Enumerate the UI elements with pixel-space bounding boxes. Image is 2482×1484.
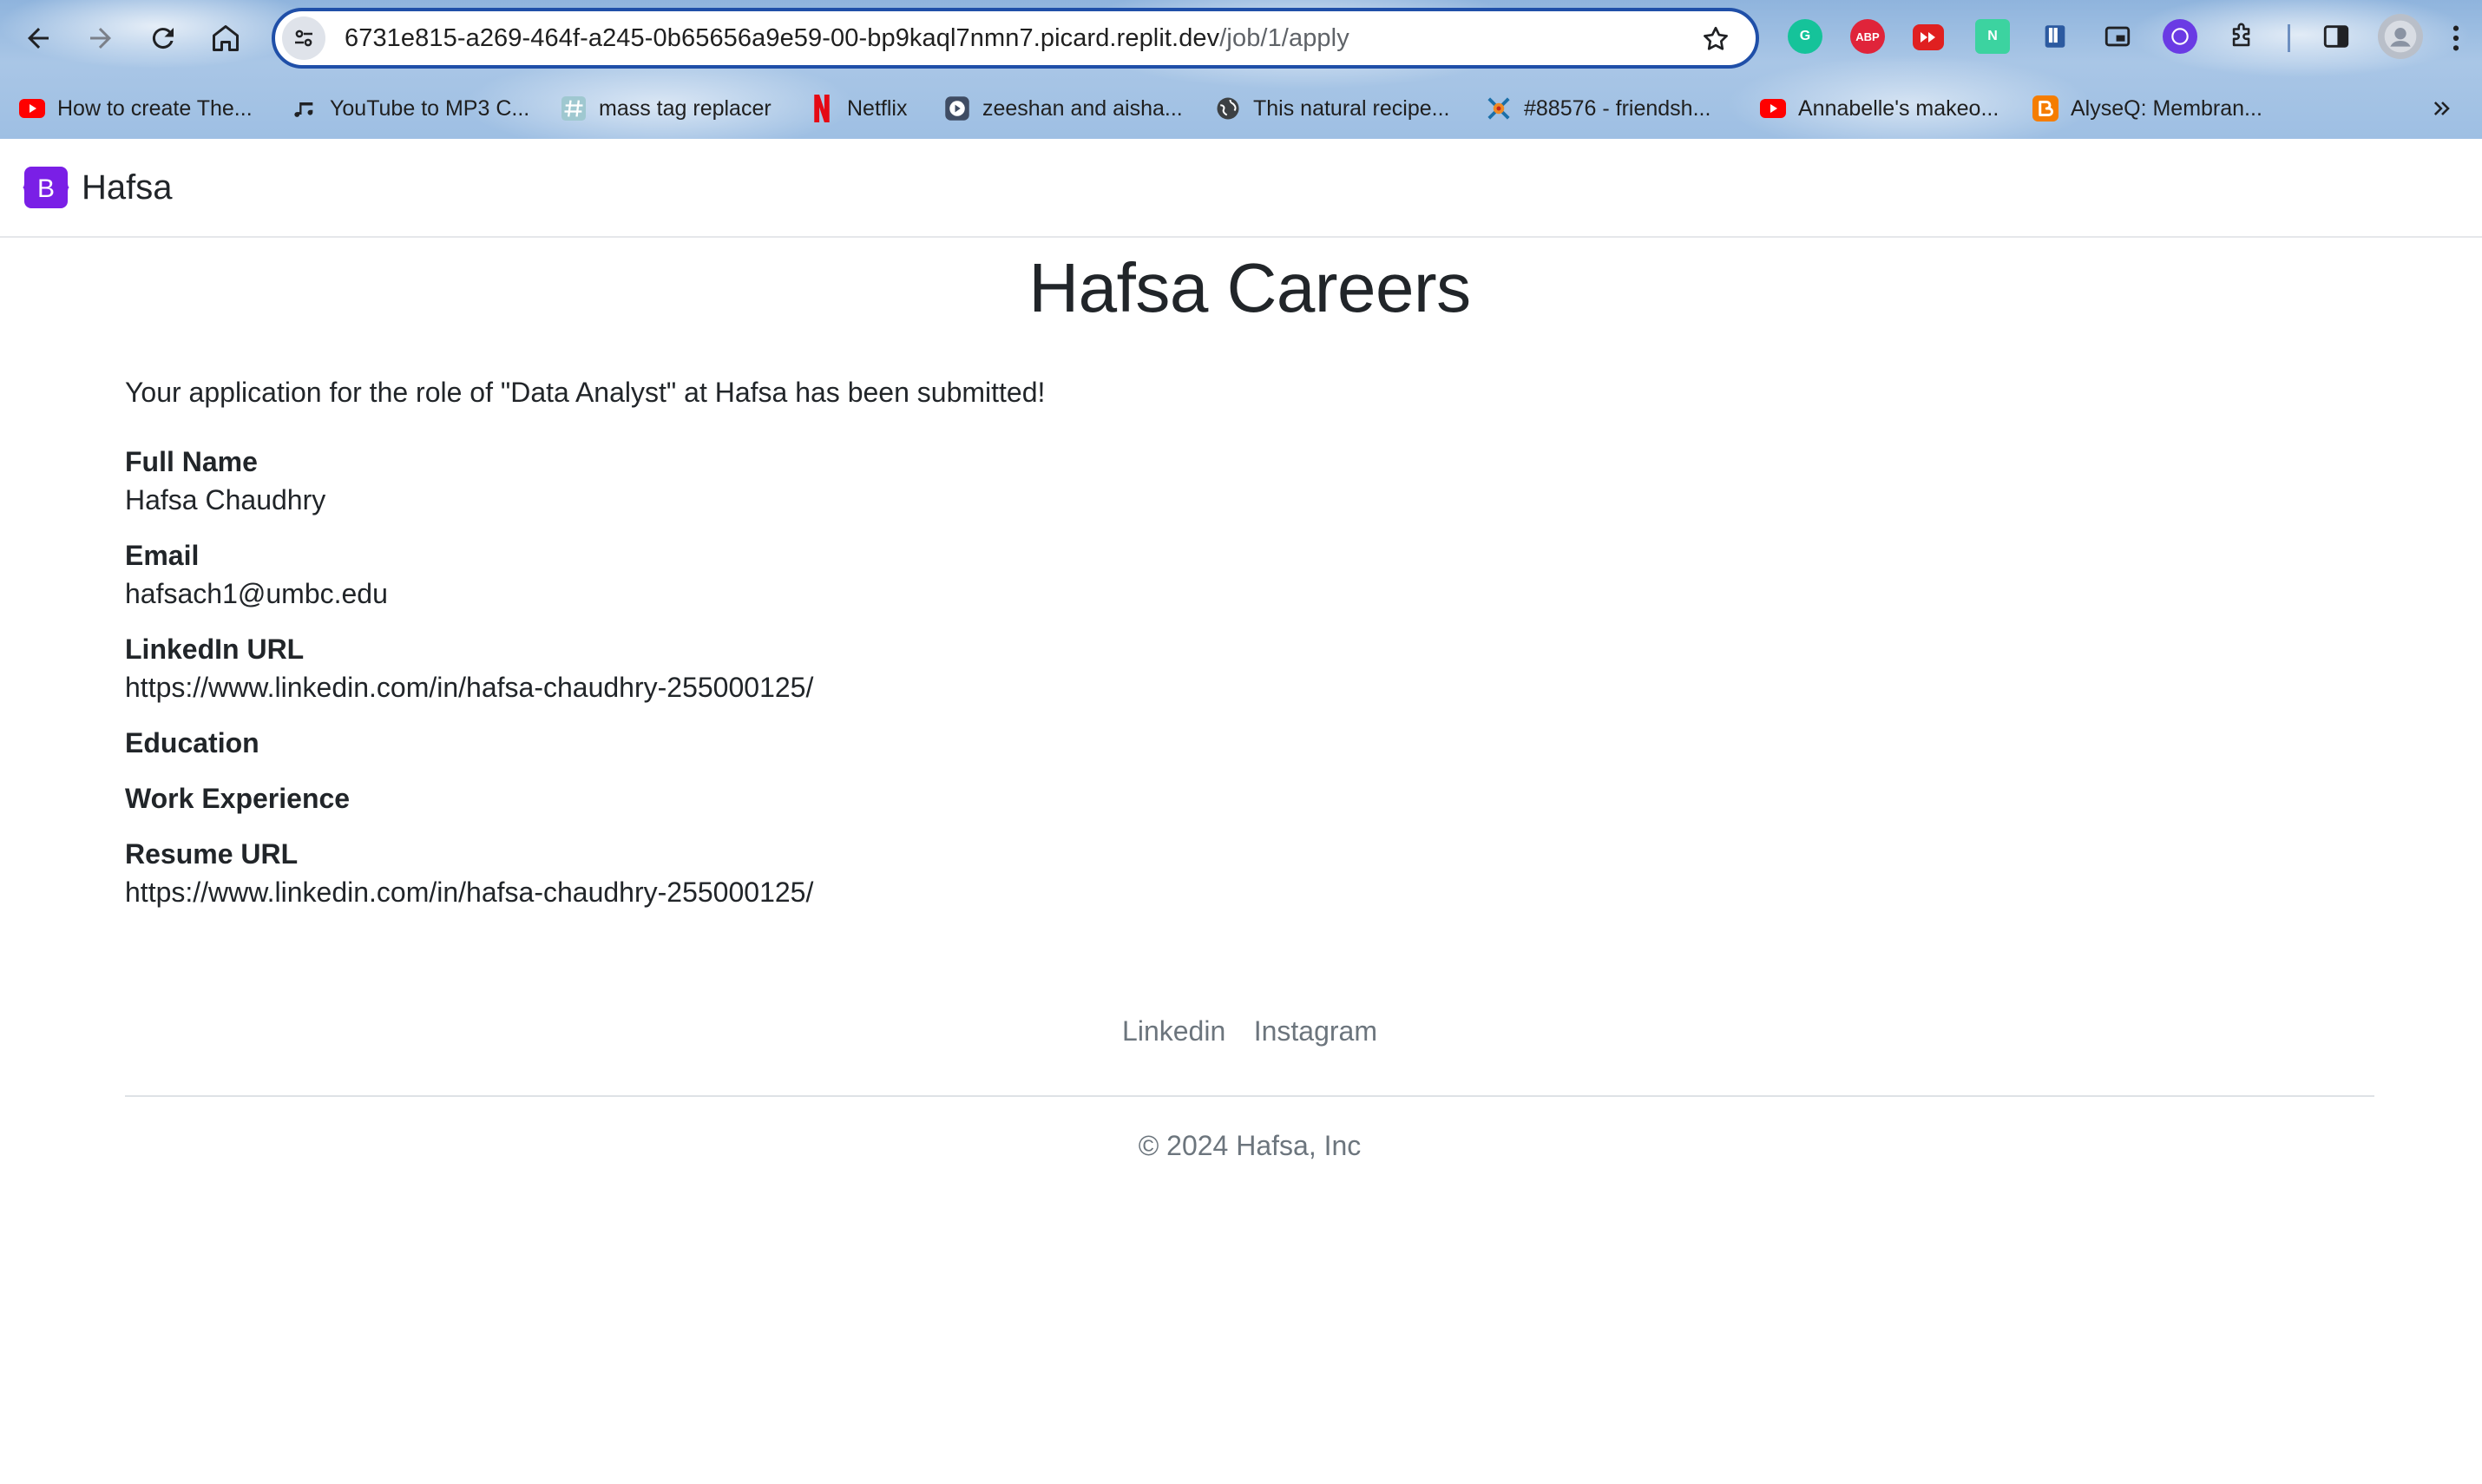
bookmark-item[interactable]: AlyseQ: Membran... (2032, 87, 2262, 130)
kebab-menu-icon (2452, 25, 2459, 51)
grammarly-icon: G (1799, 29, 1811, 43)
bookmark-label: AlyseQ: Membran... (2071, 95, 2262, 121)
picture-in-picture-icon (2104, 26, 2131, 47)
hashtag-icon (561, 95, 587, 121)
bookmark-label: zeeshan and aisha... (982, 95, 1183, 121)
field-label: Email (125, 540, 200, 571)
home-button[interactable] (203, 16, 248, 61)
grammarly-extension[interactable]: G (1788, 19, 1822, 54)
star-icon (1704, 26, 1728, 50)
youtube-icon (1760, 95, 1786, 121)
site-navbar: B Hafsa (0, 139, 2482, 238)
browser-chrome: 6731e815-a269-464f-a245-0b65656a9e59-00-… (0, 0, 2482, 139)
application-summary: Your application for the role of "Data A… (125, 373, 2381, 911)
profile-avatar[interactable] (2378, 14, 2423, 59)
field-education: Education (125, 724, 2381, 762)
footer-divider (125, 1095, 2374, 1097)
footer-nav: Linkedin Instagram (0, 1015, 2482, 1047)
field-work-experience: Work Experience (125, 779, 2381, 818)
bookmark-star-button[interactable] (1700, 23, 1731, 59)
bookmark-label: Annabelle's makeo... (1798, 95, 1999, 121)
adblock-extension[interactable]: ABP (1850, 19, 1885, 54)
svg-text:B: B (37, 174, 55, 203)
field-label: Resume URL (125, 838, 299, 870)
side-panel-button[interactable] (2319, 19, 2354, 54)
bookmark-label: #88576 - friendsh... (1524, 95, 1711, 121)
footer-link-linkedin[interactable]: Linkedin (1122, 1015, 1225, 1047)
field-label: Full Name (125, 446, 258, 477)
home-icon (213, 25, 239, 51)
netflix-icon (809, 95, 835, 122)
arrow-right-icon (90, 28, 111, 49)
url-path: /job/1/apply (1219, 23, 1349, 52)
youtube-extension[interactable] (1913, 24, 1944, 50)
field-full-name: Full Name Hafsa Chaudhry (125, 443, 2381, 519)
bootstrap-logo-icon: B (23, 167, 69, 208)
picture-in-picture-extension[interactable] (2100, 19, 2135, 54)
field-value: Hafsa Chaudhry (125, 484, 326, 515)
bookmark-label: YouTube to MP3 C... (330, 95, 530, 121)
bookmark-item[interactable]: zeeshan and aisha... (944, 87, 1183, 130)
bookmark-item[interactable]: This natural recipe... (1215, 87, 1450, 130)
field-value: hafsach1@umbc.edu (125, 578, 388, 609)
bookmark-item[interactable]: #88576 - friendsh... (1486, 87, 1710, 130)
field-resume-url: Resume URL https://www.linkedin.com/in/h… (125, 835, 2381, 911)
tune-icon (295, 30, 312, 47)
reading-list-extension[interactable] (2038, 19, 2072, 54)
video-play-icon (944, 95, 970, 121)
brand-link[interactable]: B Hafsa (23, 165, 173, 210)
bookmark-label: This natural recipe... (1253, 95, 1450, 121)
brand-name: Hafsa (82, 167, 173, 207)
field-label: Education (125, 727, 259, 758)
field-value: https://www.linkedin.com/in/hafsa-chaudh… (125, 877, 814, 908)
browser-menu-button[interactable] (2439, 16, 2473, 61)
side-panel-icon (2323, 25, 2349, 48)
bookmark-label: mass tag replacer (599, 95, 772, 121)
arrow-left-icon (28, 28, 49, 49)
notion-icon: N (1987, 29, 1998, 43)
page-title: Hafsa Careers (1028, 249, 1471, 326)
bookmark-item[interactable]: Annabelle's makeo... (1760, 87, 1999, 130)
adblock-icon: ABP (1855, 30, 1880, 43)
bookmark-item[interactable]: Netflix (809, 87, 907, 130)
field-email: Email hafsach1@umbc.edu (125, 536, 2381, 613)
circle-logo-icon (2171, 28, 2189, 45)
field-linkedin-url: LinkedIn URL https://www.linkedin.com/in… (125, 630, 2381, 706)
forward-button[interactable] (78, 16, 123, 61)
bookmark-item[interactable]: YouTube to MP3 C... (292, 87, 529, 130)
globe-icon (1215, 95, 1241, 121)
bookmark-item[interactable]: How to create The... (19, 87, 253, 130)
field-value: https://www.linkedin.com/in/hafsa-chaudh… (125, 672, 814, 703)
extensions-menu-button[interactable] (2225, 19, 2260, 54)
reload-icon (152, 28, 174, 49)
confirmation-message: Your application for the role of "Data A… (125, 377, 1046, 408)
address-bar[interactable]: 6731e815-a269-464f-a245-0b65656a9e59-00-… (272, 8, 1759, 69)
blogger-icon (2032, 95, 2058, 121)
bookmark-item[interactable]: mass tag replacer (561, 87, 772, 130)
youtube-icon (19, 95, 45, 121)
site-info-button[interactable] (282, 16, 325, 60)
toolbar-divider (2288, 24, 2290, 52)
fast-forward-icon (1921, 32, 1935, 43)
bookmarks-overflow-button[interactable] (2430, 87, 2454, 130)
puzzle-icon (2232, 23, 2250, 47)
bracelet-icon (1486, 95, 1512, 121)
url-text[interactable]: 6731e815-a269-464f-a245-0b65656a9e59-00-… (345, 24, 1349, 53)
field-label: LinkedIn URL (125, 634, 305, 665)
copyright-text: © 2024 Hafsa, Inc (1138, 1130, 1362, 1161)
bookmarks-bar: How to create The... YouTube to MP3 C...… (0, 87, 2482, 130)
chevron-double-right-icon (2433, 102, 2450, 115)
url-host: 6731e815-a269-464f-a245-0b65656a9e59-00-… (345, 23, 1220, 52)
avatar-icon (2384, 20, 2417, 53)
reload-button[interactable] (141, 16, 186, 61)
book-icon (2045, 25, 2065, 48)
back-button[interactable] (16, 16, 61, 61)
bookmark-label: How to create The... (57, 95, 253, 121)
purple-extension[interactable] (2163, 19, 2197, 54)
music-note-icon (292, 95, 318, 121)
notion-extension[interactable]: N (1975, 19, 2010, 54)
field-label: Work Experience (125, 783, 351, 814)
footer-link-instagram[interactable]: Instagram (1254, 1015, 1377, 1047)
bookmark-label: Netflix (847, 95, 908, 121)
